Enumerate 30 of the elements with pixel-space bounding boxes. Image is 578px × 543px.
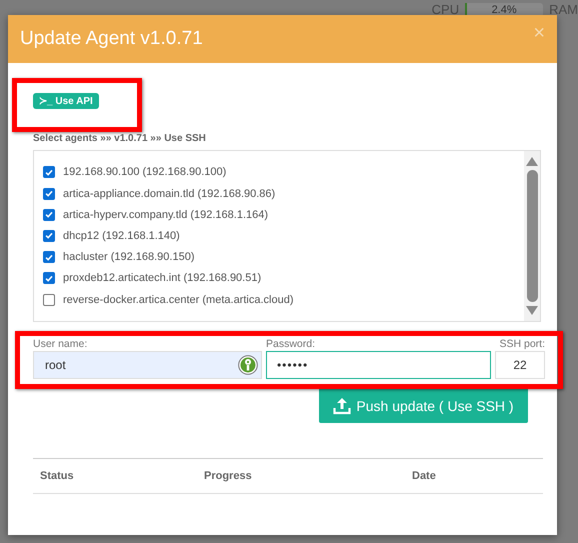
agent-label: hacluster (192.168.90.150) (63, 251, 194, 264)
agent-label: artica-appliance.domain.tld (192.168.90.86) (63, 188, 276, 200)
agent-label: reverse-docker.artica.center (meta.artica.cloud) (63, 294, 294, 306)
port-field[interactable]: 22 (495, 351, 545, 379)
breadcrumb: Select agents »» v1.0.71 »» Use SSH (33, 133, 207, 146)
field-label: SSH port: (499, 338, 545, 351)
agent-label: artica-hyperv.company.tld (192.168.1.164) (63, 208, 268, 221)
agent-label: proxdeb12.articatech.int (192.168.90.51) (63, 272, 262, 284)
checkbox[interactable] (43, 188, 55, 200)
column-header: Status (40, 470, 74, 482)
dialog-title: Update Agent v1.0.71 (20, 28, 203, 50)
agent-label: 192.168.90.100 (192.168.90.100) (63, 166, 226, 178)
cpu-reading: 2.4% (492, 4, 517, 16)
checkbox[interactable] (43, 166, 55, 178)
checkbox[interactable] (43, 230, 55, 242)
scroll-up-icon[interactable] (526, 157, 538, 166)
column-header: Progress (204, 470, 252, 482)
field-label: Password: (266, 338, 316, 351)
upload-icon (333, 397, 352, 415)
password-field[interactable]: •••••• (266, 351, 491, 379)
checkbox[interactable] (43, 272, 55, 284)
field-label: User name: (33, 338, 88, 351)
checkbox[interactable] (43, 294, 55, 306)
checkbox[interactable] (43, 251, 55, 264)
scrollbar[interactable] (524, 151, 540, 321)
agent-label: dhcp12 (192.168.1.140) (63, 230, 180, 242)
column-header: Date (412, 470, 436, 482)
checkbox[interactable] (43, 208, 55, 221)
username-field[interactable]: root (33, 351, 262, 379)
scroll-down-icon[interactable] (526, 306, 538, 315)
